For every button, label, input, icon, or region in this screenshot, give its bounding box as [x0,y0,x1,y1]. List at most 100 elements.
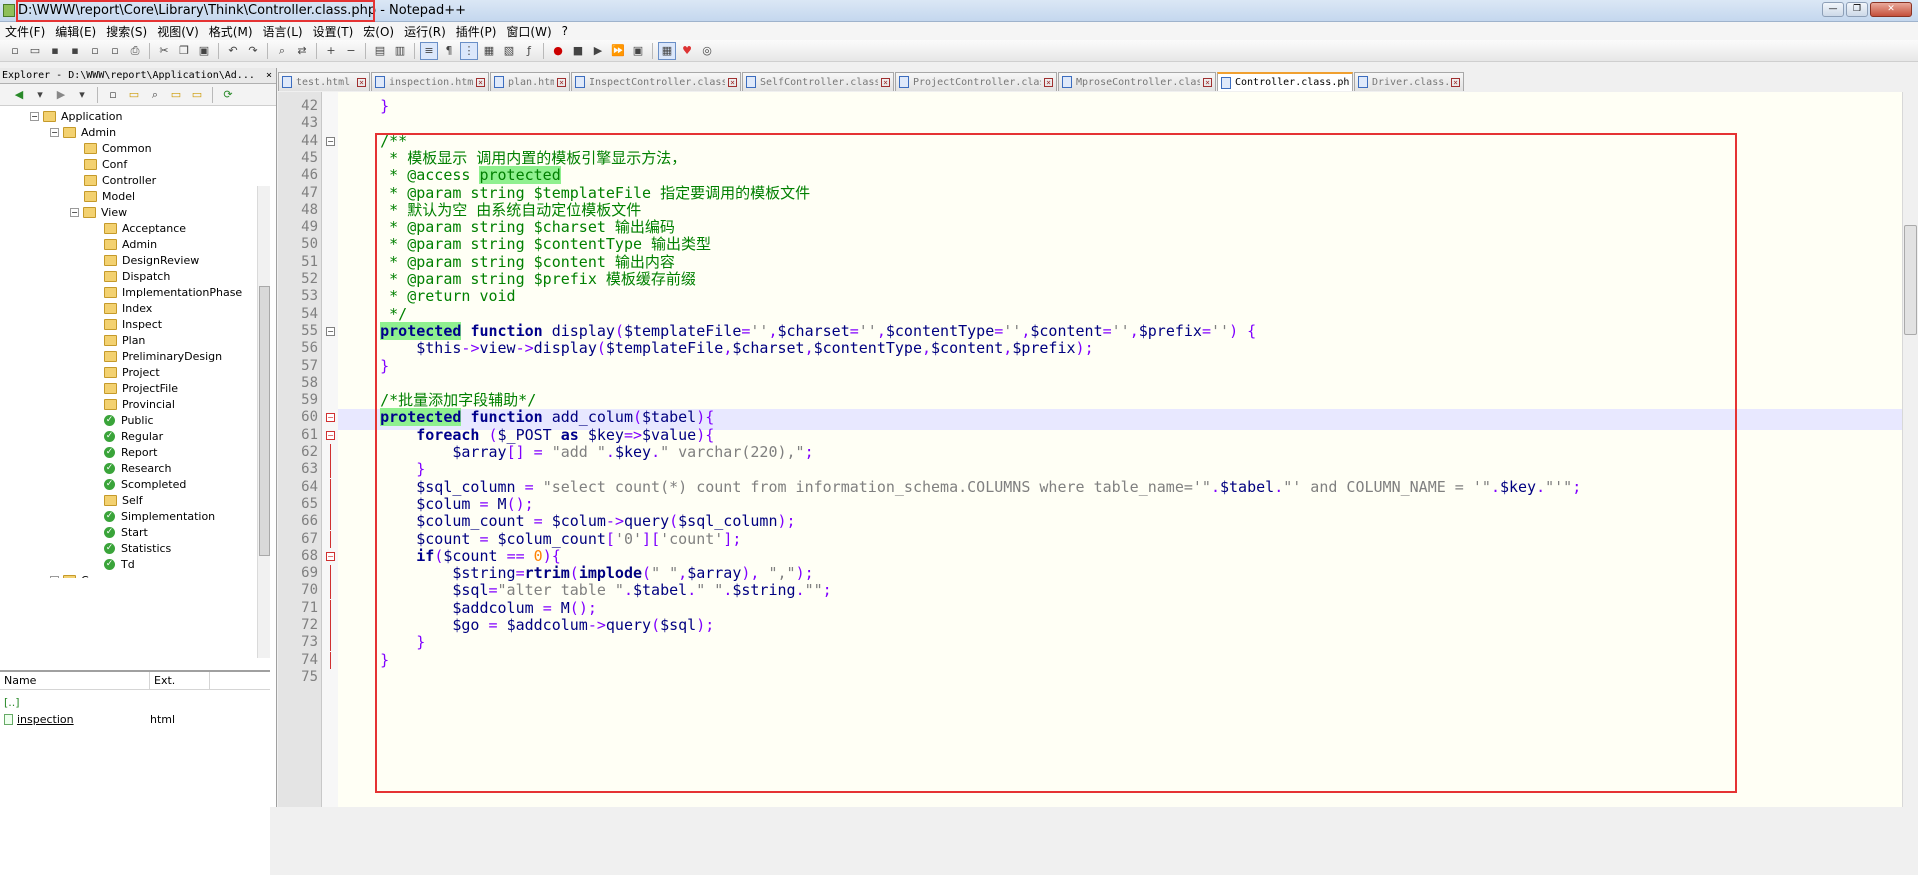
tab-close-icon[interactable]: × [476,77,485,87]
code-editor[interactable]: 42 } 43 44 /** −45 * 模板显示 调用内置的模板引擎显示方法， 46 … [278,92,1902,807]
menu-settings[interactable]: 设置(T) [308,23,359,40]
back-icon[interactable]: ◀ [10,86,28,104]
tree-node-plan[interactable]: Plan [104,332,145,348]
tree-scrollbar[interactable] [257,186,270,658]
tree-node-simplementation[interactable]: ✓ Simplementation [104,508,215,524]
refresh-icon[interactable]: ⟳ [219,86,237,104]
fold-toggle-icon[interactable]: − [326,137,335,146]
tree-node-implementationphase[interactable]: ImplementationPhase [104,284,242,300]
paste-icon[interactable]: ▣ [195,42,213,60]
column-ext[interactable]: Ext. [150,672,210,689]
doc-map-icon[interactable]: ▧ [500,42,518,60]
macro-save-icon[interactable]: ▣ [629,42,647,60]
fold-toggle-icon[interactable]: − [326,431,335,440]
print-icon[interactable]: ⎙ [126,42,144,60]
macro-run-multiple-icon[interactable]: ⏩ [609,42,627,60]
close-all-icon[interactable]: ▫ [106,42,124,60]
tree-node-model[interactable]: Model [84,188,135,204]
tree-node-common[interactable]: − Common [50,572,131,578]
fold-toggle-icon[interactable]: − [326,413,335,422]
tab-close-icon[interactable]: × [357,77,366,87]
tab-controller-class-php[interactable]: Controller.class.php [1217,72,1353,91]
folder-actions-icon[interactable]: ▭ [167,86,185,104]
close-file-icon[interactable]: ▫ [86,42,104,60]
show-all-chars-icon[interactable]: ¶ [440,42,458,60]
menu-view[interactable]: 视图(V) [152,23,204,40]
tree-node-designreview[interactable]: DesignReview [104,252,199,268]
tree-node-preliminarydesign[interactable]: PreliminaryDesign [104,348,222,364]
macro-record-icon[interactable]: ● [549,42,567,60]
tree-node-admin[interactable]: − Admin [50,124,116,140]
tree-node-common[interactable]: Common [84,140,152,156]
menu-run[interactable]: 运行(R) [399,23,451,40]
copy-icon[interactable]: ❐ [175,42,193,60]
tree-node-report[interactable]: ✓ Report [104,444,157,460]
tree-node-research[interactable]: ✓ Research [104,460,171,476]
tree-node-view[interactable]: − View [70,204,127,220]
close-button[interactable]: ✕ [1870,2,1912,17]
menu-help[interactable]: ? [557,24,573,38]
tree-node-index[interactable]: Index [104,300,152,316]
tab-close-icon[interactable]: × [1044,77,1053,87]
menu-file[interactable]: 文件(F) [0,23,50,40]
new-folder-icon[interactable]: ▭ [125,86,143,104]
word-wrap-icon[interactable]: ≡ [420,41,438,60]
redo-icon[interactable]: ↷ [244,42,262,60]
menu-edit[interactable]: 编辑(E) [50,23,101,40]
function-list-icon[interactable]: ƒ [520,42,538,60]
tab-selfcontroller-class-php[interactable]: SelfController.class.php× [742,72,894,91]
back-dropdown-icon[interactable]: ▾ [31,86,49,104]
tree-node-acceptance[interactable]: Acceptance [104,220,186,236]
sync-vertical-icon[interactable]: ▤ [371,42,389,60]
tree-node-project[interactable]: Project [104,364,160,380]
editor-scroll-thumb[interactable] [1904,225,1917,335]
collapse-icon[interactable]: − [50,575,59,578]
maximize-button[interactable]: ❐ [1846,2,1868,17]
favorites-icon[interactable]: ♥ [678,42,696,60]
column-name[interactable]: Name [0,672,150,689]
fold-toggle-icon[interactable]: − [326,552,335,561]
tab-close-icon[interactable]: × [728,77,737,87]
find-files-icon[interactable]: ⌕ [146,86,164,104]
minimize-button[interactable]: — [1822,2,1844,17]
collapse-icon[interactable]: − [30,111,39,121]
save-all-icon[interactable]: ▪ [66,42,84,60]
tree-node-conf[interactable]: Conf [84,156,127,172]
tree-node-regular[interactable]: ✓ Regular [104,428,163,444]
tree-node-public[interactable]: ✓ Public [104,412,154,428]
find-icon[interactable]: ⌕ [273,42,291,60]
tab-test-html[interactable]: test.html × [278,72,370,91]
tab-inspectcontroller-class-php[interactable]: InspectController.class.php× [571,72,741,91]
tree-node-projectfile[interactable]: ProjectFile [104,380,178,396]
plugin-icon[interactable]: ◎ [698,42,716,60]
collapse-icon[interactable]: − [50,127,59,137]
tree-node-scompleted[interactable]: ✓ Scompleted [104,476,186,492]
zoom-in-icon[interactable]: + [322,42,340,60]
file-row-parent[interactable]: [..] [0,694,270,711]
tab-driver-class-php[interactable]: Driver.class.php× [1354,72,1464,91]
tab-mprosecontroller-class-php[interactable]: MproseController.class.php× [1058,72,1216,91]
tab-close-icon[interactable]: × [881,77,890,87]
forward-dropdown-icon[interactable]: ▾ [73,86,91,104]
menu-plugins[interactable]: 插件(P) [451,23,502,40]
tree-node-self[interactable]: Self [104,492,143,508]
cut-icon[interactable]: ✂ [155,42,173,60]
new-file-icon[interactable]: ▫ [6,42,24,60]
sync-horizontal-icon[interactable]: ▥ [391,42,409,60]
indent-guide-icon[interactable]: ⋮ [460,41,478,60]
user-language-icon[interactable]: ▦ [480,42,498,60]
tree-node-dispatch[interactable]: Dispatch [104,268,170,284]
editor-scrollbar[interactable] [1902,92,1918,807]
undo-icon[interactable]: ↶ [224,42,242,60]
tree-node-admin[interactable]: Admin [104,236,157,252]
menu-format[interactable]: 格式(M) [204,23,258,40]
file-row-inspection[interactable]: inspection html [0,711,270,728]
collapse-icon[interactable]: − [70,207,79,217]
tree-node-controller[interactable]: Controller [84,172,156,188]
tab-close-icon[interactable]: × [557,77,566,87]
save-icon[interactable]: ▪ [46,42,64,60]
tree-node-statistics[interactable]: ✓ Statistics [104,540,171,556]
tab-projectcontroller-class-php[interactable]: ProjectController.class.php× [895,72,1057,91]
explorer-close-icon[interactable]: × [266,68,272,83]
tree-scroll-thumb[interactable] [259,286,270,556]
